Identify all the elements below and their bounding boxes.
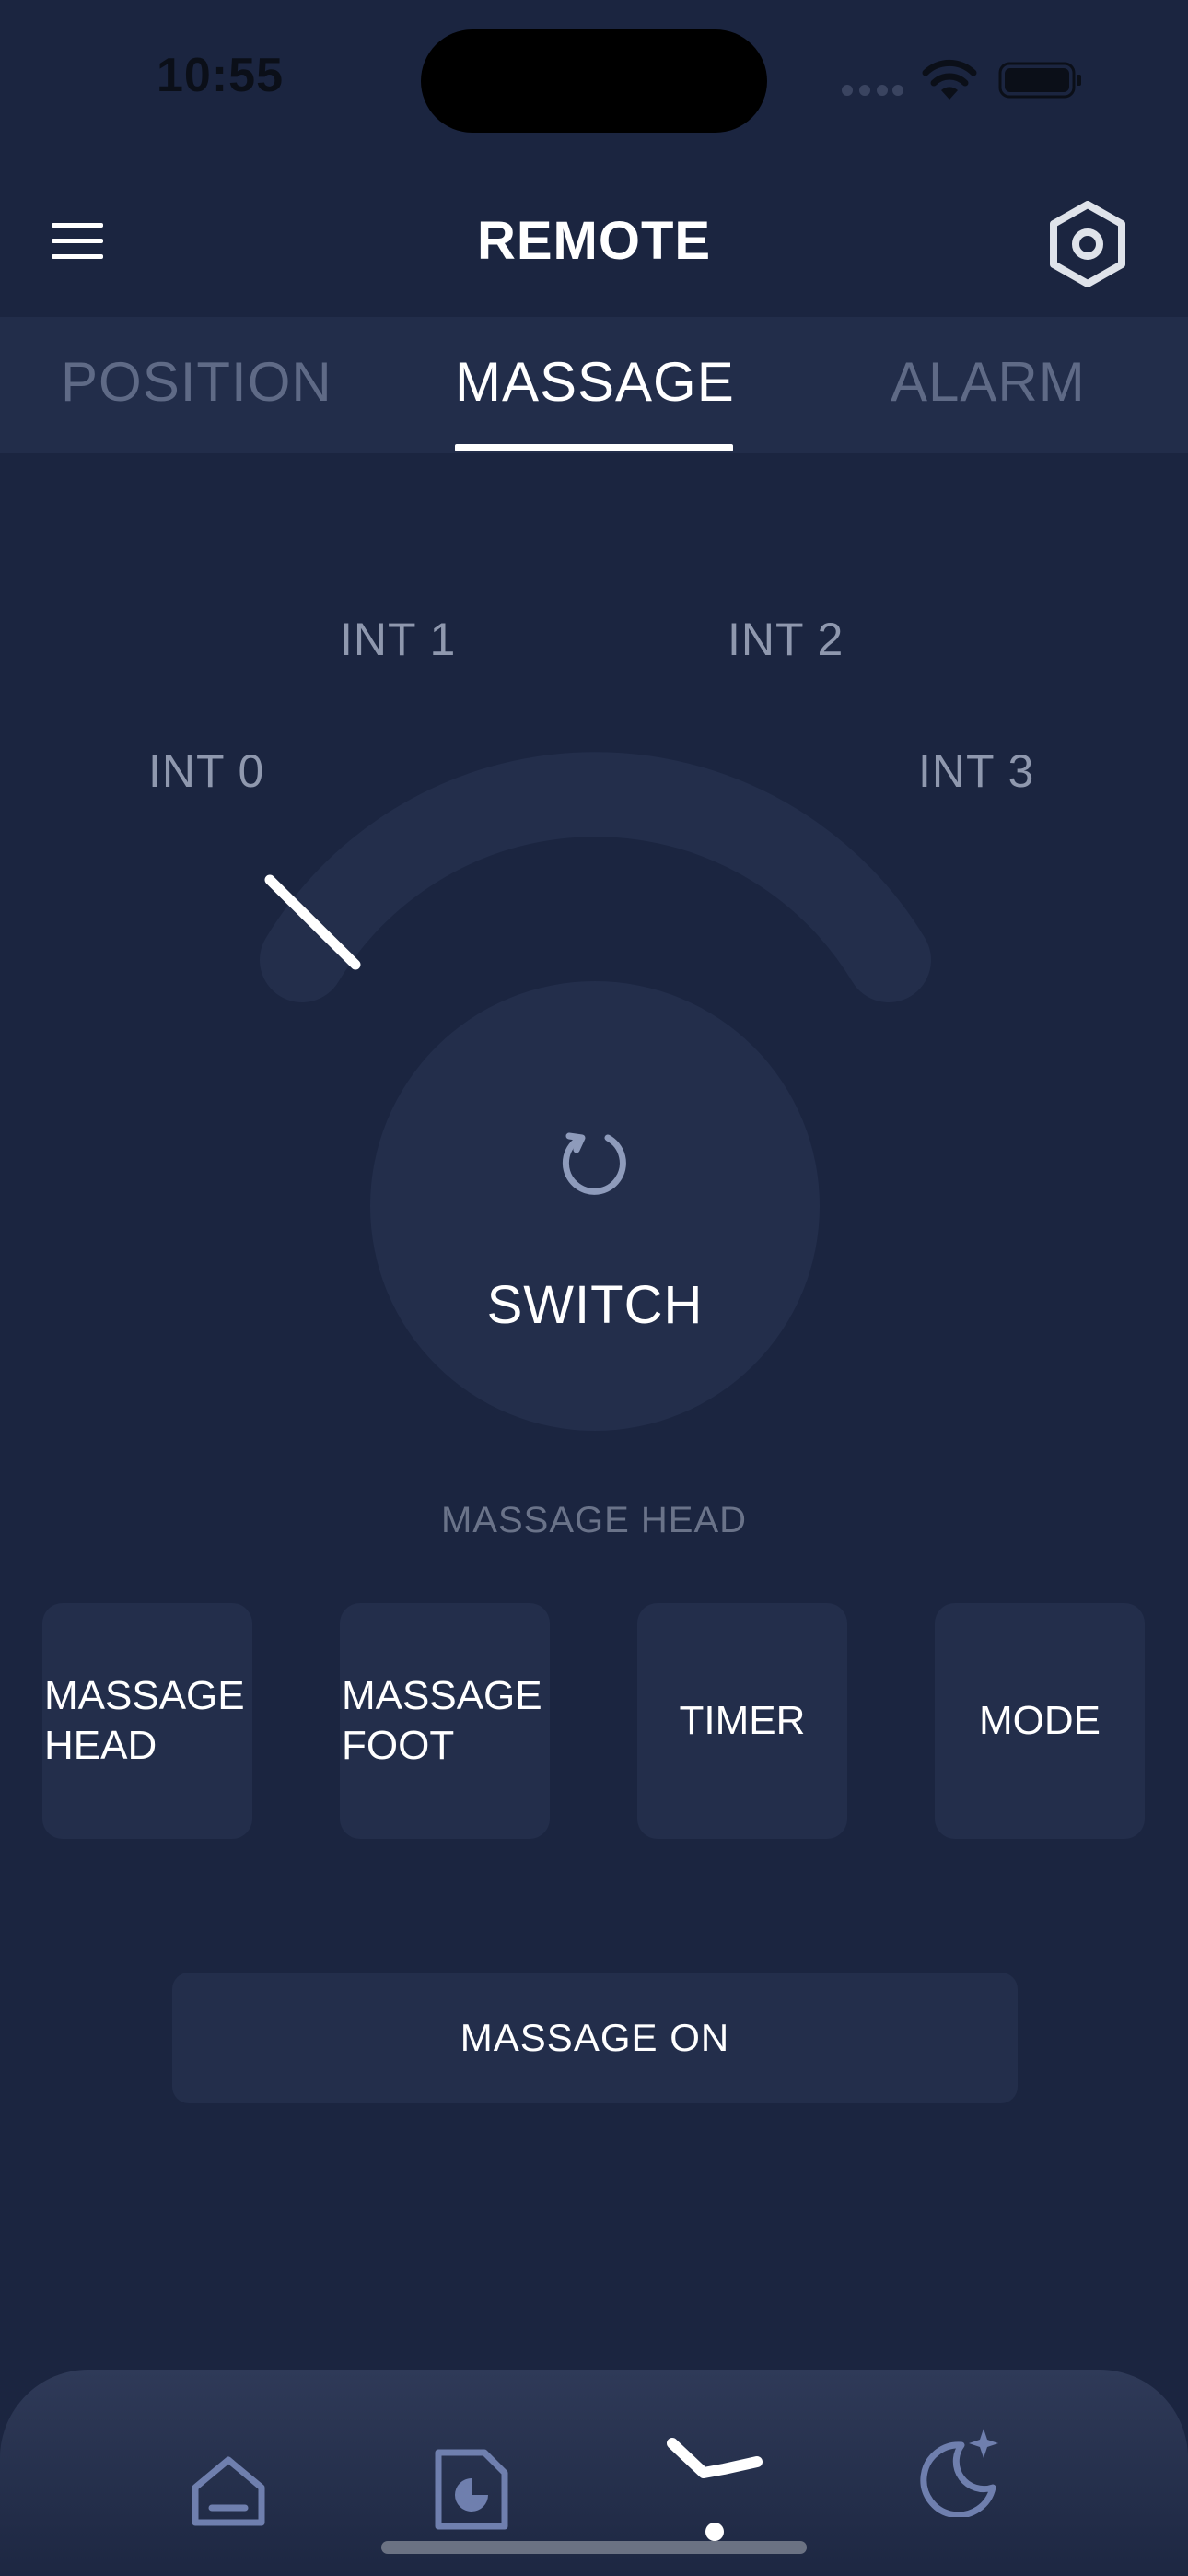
massage-on-button[interactable]: MASSAGE ON <box>172 1973 1018 2103</box>
mode-button[interactable]: MODE <box>935 1603 1145 1839</box>
wifi-icon <box>922 59 977 100</box>
status-time: 10:55 <box>157 49 284 102</box>
switch-button[interactable]: SWITCH <box>370 981 820 1431</box>
intensity-label-1[interactable]: INT 1 <box>340 613 456 666</box>
dynamic-island <box>421 29 767 133</box>
switch-label: SWITCH <box>486 1275 704 1335</box>
intensity-label-2[interactable]: INT 2 <box>728 613 844 666</box>
home-indicator <box>381 2541 807 2554</box>
timer-button[interactable]: TIMER <box>637 1603 847 1839</box>
page-title: REMOTE <box>476 211 712 271</box>
tab-alarm[interactable]: ALARM <box>891 350 1086 414</box>
sleep-moon-icon[interactable] <box>914 2425 1006 2517</box>
active-tab-indicator <box>455 444 733 451</box>
remote-screen: 10:55 REMOTE POSITION MASSAGE ALARM INT … <box>0 0 1188 2576</box>
massage-head-button[interactable]: MASSAGE HEAD <box>42 1603 252 1839</box>
tab-massage[interactable]: MASSAGE <box>455 350 735 414</box>
refresh-icon <box>562 1132 626 1195</box>
header: REMOTE <box>0 175 1188 313</box>
tab-bar: POSITION MASSAGE ALARM <box>0 317 1188 453</box>
timer-label: TIMER <box>679 1698 806 1743</box>
intensity-arc <box>260 752 931 1002</box>
nav-active-indicator <box>705 2523 724 2541</box>
battery-icon <box>998 62 1081 99</box>
massage-foot-label: MASSAGE FOOT <box>342 1673 542 1768</box>
home-icon[interactable] <box>190 2453 267 2530</box>
massage-head-label: MASSAGE HEAD <box>44 1673 245 1768</box>
report-icon[interactable] <box>433 2447 510 2532</box>
massage-foot-button[interactable]: MASSAGE FOOT <box>340 1603 550 1839</box>
hexagon-settings-icon[interactable] <box>1048 201 1127 287</box>
mode-label: MODE <box>979 1698 1101 1743</box>
bed-remote-icon[interactable] <box>667 2436 763 2491</box>
massage-section-label: MASSAGE HEAD <box>440 1500 748 1540</box>
tab-position[interactable]: POSITION <box>61 350 332 414</box>
cellular-signal-icon <box>842 85 903 96</box>
status-bar: 10:55 <box>0 0 1188 157</box>
